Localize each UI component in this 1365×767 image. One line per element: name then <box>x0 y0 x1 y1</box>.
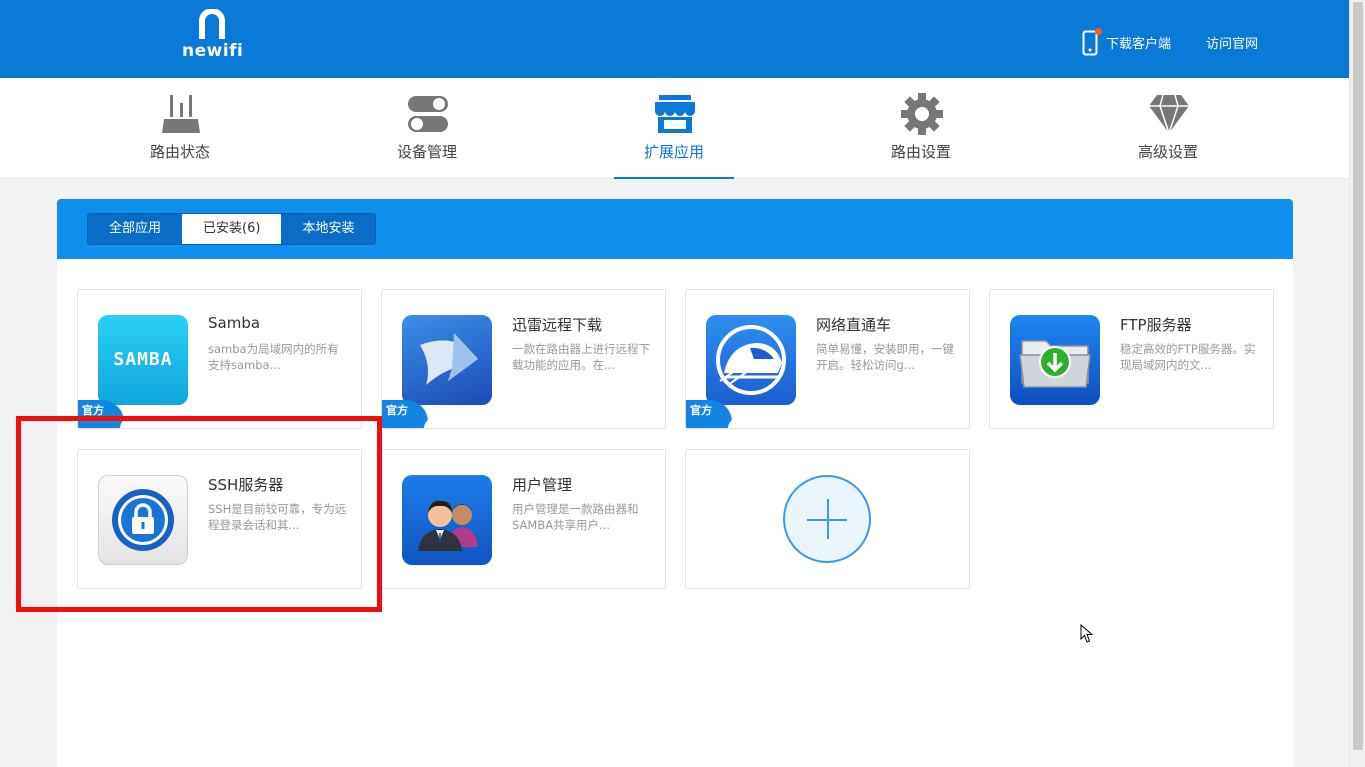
diamond-icon <box>1149 94 1189 135</box>
gear-icon <box>901 93 943 135</box>
app-title: 迅雷远程下载 <box>512 316 603 334</box>
app-title: Samba <box>208 314 261 332</box>
nav-label: 路由状态 <box>149 143 210 161</box>
app-title: 网络直通车 <box>816 316 892 334</box>
app-title: FTP服务器 <box>1120 316 1192 334</box>
nav-label: 路由设置 <box>890 143 951 161</box>
mouse-cursor-icon <box>1080 624 1094 643</box>
nav-extensions[interactable]: 扩展应用 <box>614 78 734 179</box>
nav-advanced-settings[interactable]: 高级设置 <box>1108 78 1228 178</box>
notification-dot <box>1095 28 1102 35</box>
ftp-folder-icon <box>1010 315 1100 405</box>
app-card-xunlei[interactable]: 迅雷远程下载 一款在路由器上进行远程下载功能的应用。在... 官方 <box>381 289 666 429</box>
nav-router-settings[interactable]: 路由设置 <box>861 78 981 178</box>
toggle-devices-icon <box>408 96 448 132</box>
samba-logo-text: SAMBA <box>113 349 173 370</box>
visit-site-link[interactable]: 访问官网 <box>1206 33 1258 52</box>
app-description: 稳定高效的FTP服务器。实现局域网内的文... <box>1120 342 1256 372</box>
nav-label: 高级设置 <box>1137 143 1198 161</box>
add-app-plus-icon[interactable] <box>783 475 871 563</box>
samba-icon: SAMBA <box>98 315 188 405</box>
app-tabs: 全部应用 已安装(6) 本地安装 <box>87 213 377 245</box>
router-icon <box>162 95 200 133</box>
app-card-network-express[interactable]: 网络直通车 简单易懂，安装即用，一键开启。轻松访问g... 官方 <box>685 289 970 429</box>
app-title: SSH服务器 <box>208 476 284 494</box>
app-description: 一款在路由器上进行远程下载功能的应用。在... <box>512 342 650 372</box>
tab-all-apps[interactable]: 全部应用 <box>88 214 183 244</box>
app-description: 用户管理是一款路由器和SAMBA共享用户... <box>512 502 639 532</box>
tab-local-install[interactable]: 本地安装 <box>281 214 376 244</box>
apps-panel: 全部应用 已安装(6) 本地安装 SAMBA Samba samba为局域网内的… <box>57 199 1293 767</box>
logo-text: newifi <box>182 41 244 61</box>
main-nav: 路由状态 设备管理 扩展应用 路由设置 高级设置 <box>0 78 1349 179</box>
train-icon <box>706 315 796 405</box>
top-header: newifi 下载客户端 访问官网 <box>0 0 1349 78</box>
app-card-samba[interactable]: SAMBA Samba samba为局域网内的所有支持samba... 官方 <box>77 289 362 429</box>
app-card-ssh[interactable]: SSH服务器 SSH是目前较可靠，专为远程登录会话和其... <box>77 449 362 589</box>
nav-label: 扩展应用 <box>643 143 704 161</box>
store-icon <box>655 95 695 133</box>
newifi-logo[interactable]: newifi <box>182 9 244 65</box>
xunlei-arrow-icon <box>402 315 492 405</box>
add-app-card[interactable] <box>685 449 970 589</box>
download-client-link[interactable]: 下载客户端 <box>1106 33 1171 52</box>
app-card-ftp[interactable]: FTP服务器 稳定高效的FTP服务器。实现局域网内的文... <box>989 289 1274 429</box>
app-card-user-management[interactable]: 用户管理 用户管理是一款路由器和SAMBA共享用户... <box>381 449 666 589</box>
app-description: SSH是目前较可靠，专为远程登录会话和其... <box>208 502 347 532</box>
scrollbar-thumb[interactable] <box>1353 2 1363 750</box>
nav-router-status[interactable]: 路由状态 <box>120 78 240 178</box>
tab-installed[interactable]: 已安装(6) <box>182 214 282 244</box>
app-description: 简单易懂，安装即用，一键开启。轻松访问g... <box>816 342 954 372</box>
app-description: samba为局域网内的所有支持samba... <box>208 342 339 372</box>
nav-device-management[interactable]: 设备管理 <box>367 78 487 178</box>
lock-icon <box>98 475 188 565</box>
nav-label: 设备管理 <box>396 143 457 161</box>
app-title: 用户管理 <box>512 476 573 494</box>
panel-header: 全部应用 已安装(6) 本地安装 <box>57 199 1293 259</box>
newifi-logo-mark-icon <box>199 9 225 39</box>
vertical-scrollbar[interactable] <box>1349 0 1365 767</box>
users-icon <box>402 475 492 565</box>
